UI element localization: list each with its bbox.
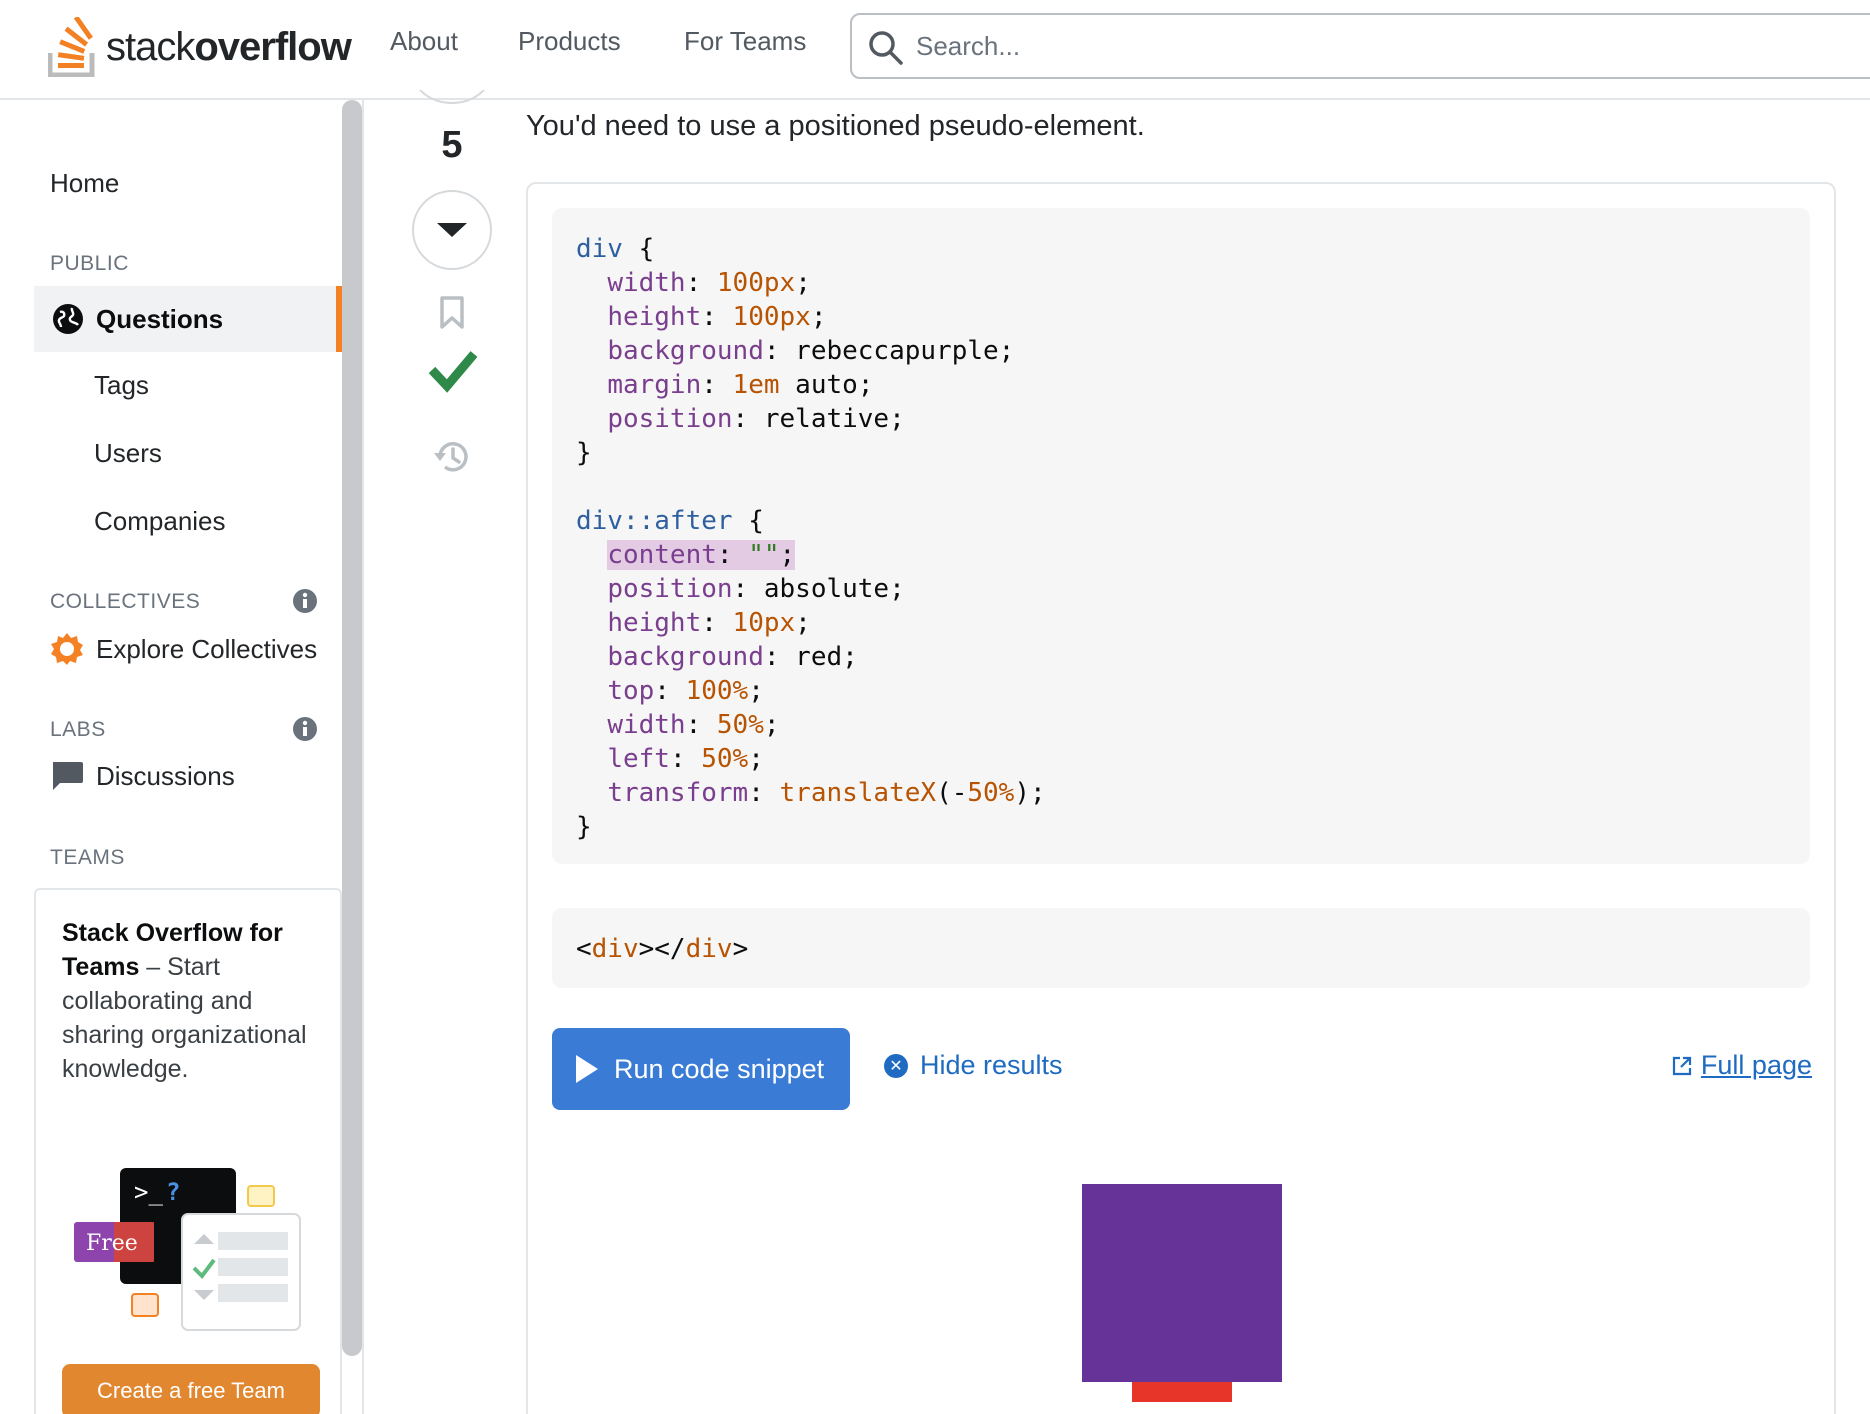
- info-icon[interactable]: [292, 716, 318, 742]
- stackoverflow-logo-icon: [48, 17, 95, 77]
- html-code-block: <div></div>: [552, 908, 1810, 988]
- section-label-collectives: COLLECTIVES: [50, 590, 201, 613]
- full-page-link[interactable]: Full page: [1671, 1050, 1812, 1081]
- sidebar-item-label: Explore Collectives: [96, 633, 318, 664]
- top-bar: stackoverflow About Products For Teams: [0, 0, 1870, 100]
- vote-count: 5: [441, 124, 463, 166]
- sidebar-item-users[interactable]: Users: [94, 438, 162, 469]
- search-icon: [869, 31, 903, 65]
- stackoverflow-logo[interactable]: stackoverflow: [48, 12, 352, 82]
- sidebar-item-home[interactable]: Home: [50, 168, 119, 199]
- revision-history-icon[interactable]: [432, 438, 472, 476]
- accepted-answer-checkmark-icon: [428, 351, 478, 393]
- arrow-down-icon: [437, 223, 467, 237]
- result-purple-box: [1082, 1184, 1282, 1382]
- answer-intro-text: You'd need to use a positioned pseudo-el…: [526, 110, 1145, 142]
- result-red-bar: [1132, 1382, 1232, 1402]
- sidebar-item-explore-collectives[interactable]: Explore Collectives: [50, 632, 317, 666]
- search-input[interactable]: [916, 15, 1816, 77]
- sidebar-item-tags[interactable]: Tags: [94, 370, 149, 401]
- sidebar-item-label: Questions: [96, 303, 224, 334]
- external-link-icon: [1672, 1056, 1692, 1075]
- hide-results-link[interactable]: ✕ Hide results: [884, 1050, 1063, 1081]
- collectives-icon: [51, 633, 83, 665]
- section-label-labs: LABS: [50, 718, 106, 741]
- teams-promo-text: Stack Overflow for Teams – Start collabo…: [62, 919, 307, 1083]
- run-code-snippet-button[interactable]: Run code snippet: [552, 1028, 850, 1110]
- create-free-team-button[interactable]: Create a free Team: [62, 1364, 320, 1414]
- section-label-public: PUBLIC: [50, 252, 129, 275]
- free-badge: Free: [86, 1231, 138, 1256]
- svg-text:?: ?: [166, 1178, 180, 1206]
- section-label-teams: TEAMS: [50, 846, 125, 869]
- close-circle-icon: ✕: [884, 1053, 908, 1078]
- logo-text: stackoverflow: [106, 24, 352, 69]
- nav-for-teams[interactable]: For Teams: [684, 26, 806, 57]
- speech-bubble-icon: [53, 762, 83, 790]
- sidebar-item-discussions[interactable]: Discussions: [50, 760, 235, 792]
- globe-icon: [53, 304, 83, 334]
- css-code-block: div { width: 100px; height: 100px; backg…: [552, 208, 1810, 864]
- teams-illustration: >_ ? Free: [74, 1168, 301, 1331]
- downvote-button[interactable]: [412, 190, 492, 270]
- play-icon: [576, 1055, 598, 1083]
- sidebar-item-companies[interactable]: Companies: [94, 506, 226, 537]
- sidebar-scrollbar[interactable]: [342, 100, 362, 1356]
- code-snippet-container: div { width: 100px; height: 100px; backg…: [526, 182, 1836, 1414]
- sidebar-item-label: Discussions: [96, 760, 235, 791]
- info-icon[interactable]: [292, 588, 318, 614]
- svg-text:>_: >_: [134, 1178, 163, 1206]
- search-box[interactable]: [850, 13, 1870, 79]
- nav-products[interactable]: Products: [518, 26, 621, 57]
- bookmark-icon[interactable]: [438, 296, 466, 330]
- nav-about[interactable]: About: [390, 26, 458, 57]
- sidebar-item-questions[interactable]: Questions: [34, 286, 342, 352]
- teams-promo-card: Stack Overflow for Teams – Start collabo…: [34, 888, 342, 1414]
